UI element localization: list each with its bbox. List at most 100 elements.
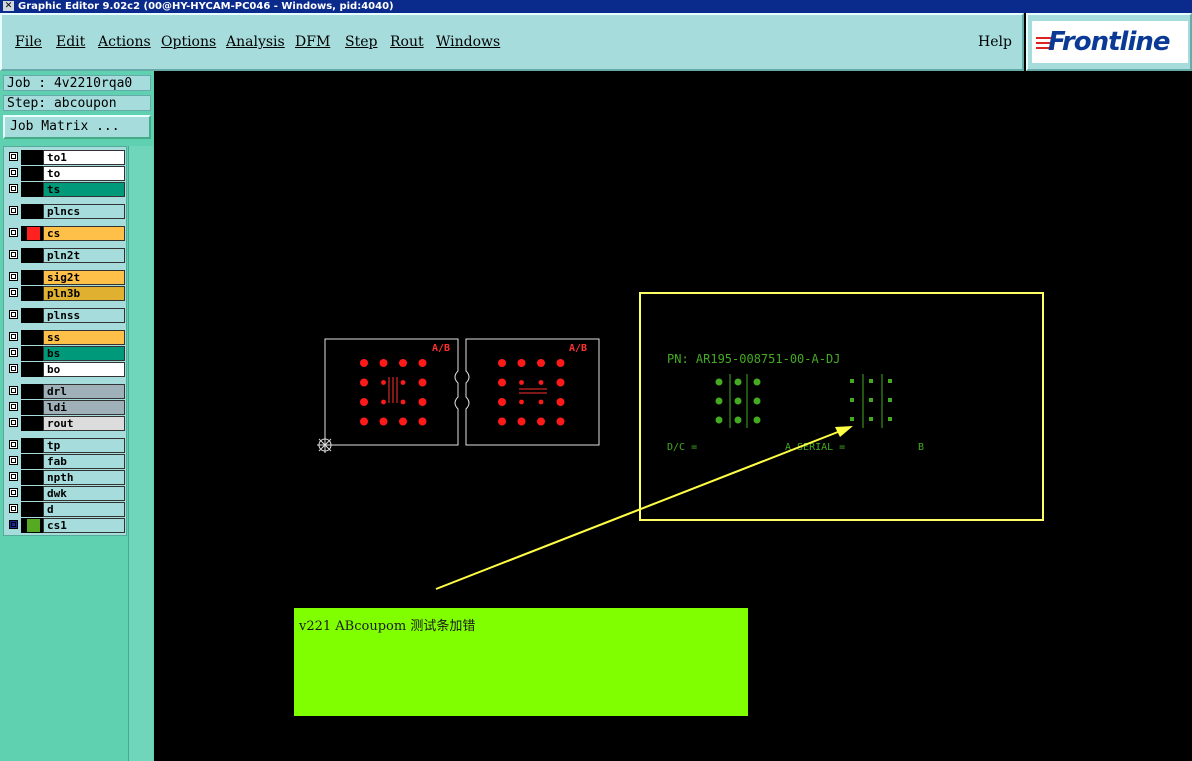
layer-row-ldi[interactable]: ldi (7, 400, 125, 415)
layer-checkbox[interactable] (9, 364, 18, 373)
layer-row-sig2t[interactable]: sig2t (7, 270, 125, 285)
menu-file[interactable]: File (15, 34, 42, 50)
pad (734, 397, 742, 405)
menu-help[interactable]: Help (978, 34, 1012, 50)
pads-right (498, 359, 565, 426)
layer-checkbox[interactable] (9, 184, 18, 193)
layer-row-bo[interactable]: bo (7, 362, 125, 377)
layer-row-tp[interactable]: tp (7, 438, 125, 453)
layer-name[interactable]: plncs (43, 204, 125, 219)
layer-name[interactable]: bo (43, 362, 125, 377)
layer-checkbox[interactable] (9, 310, 18, 319)
layer-checkbox[interactable] (9, 402, 18, 411)
layer-name[interactable]: bs (43, 346, 125, 361)
layer-row-rout[interactable]: rout (7, 416, 125, 431)
layer-color-slot[interactable] (21, 454, 43, 469)
layer-row-npth[interactable]: npth (7, 470, 125, 485)
layer-color-slot[interactable] (21, 182, 43, 197)
layer-color-slot[interactable] (21, 362, 43, 377)
layer-row-cs1[interactable]: cs1 (7, 518, 125, 533)
layer-color-slot[interactable] (21, 470, 43, 485)
layer-color-slot[interactable] (21, 166, 43, 181)
app-close-icon[interactable]: ✕ (3, 1, 14, 11)
layer-color-slot[interactable] (21, 416, 43, 431)
layer-name[interactable]: d (43, 502, 125, 517)
layer-row-pln2t[interactable]: pln2t (7, 248, 125, 263)
layer-name[interactable]: to (43, 166, 125, 181)
layer-name[interactable]: rout (43, 416, 125, 431)
layer-row-to1[interactable]: to1 (7, 150, 125, 165)
job-matrix-button[interactable]: Job Matrix ... (3, 115, 151, 139)
layer-color-slot[interactable] (21, 502, 43, 517)
layer-color-slot[interactable] (21, 286, 43, 301)
layer-checkbox[interactable] (9, 520, 18, 529)
layer-name[interactable]: ss (43, 330, 125, 345)
layer-color-slot[interactable] (21, 150, 43, 165)
layer-name[interactable]: plnss (43, 308, 125, 323)
layer-name[interactable]: ts (43, 182, 125, 197)
layer-name[interactable]: cs1 (43, 518, 125, 533)
layer-checkbox[interactable] (9, 272, 18, 281)
layer-color-slot[interactable] (21, 308, 43, 323)
layer-name[interactable]: pln2t (43, 248, 125, 263)
pad (715, 397, 723, 405)
layer-checkbox[interactable] (9, 250, 18, 259)
menu-step[interactable]: Step (345, 34, 377, 50)
layer-checkbox[interactable] (9, 228, 18, 237)
layer-color-slot[interactable] (21, 204, 43, 219)
layer-color-slot[interactable] (21, 248, 43, 263)
layer-checkbox[interactable] (9, 152, 18, 161)
menu-dfm[interactable]: DFM (295, 34, 330, 50)
layer-color-slot[interactable] (21, 346, 43, 361)
layer-name[interactable]: to1 (43, 150, 125, 165)
layer-row-ts[interactable]: ts (7, 182, 125, 197)
menu-edit[interactable]: Edit (56, 34, 85, 50)
layer-name[interactable]: drl (43, 384, 125, 399)
layer-color-slot[interactable] (21, 270, 43, 285)
layer-checkbox[interactable] (9, 472, 18, 481)
layer-checkbox[interactable] (9, 288, 18, 297)
menu-rout[interactable]: Rout (390, 34, 424, 50)
layer-row-to[interactable]: to (7, 166, 125, 181)
layer-name[interactable]: sig2t (43, 270, 125, 285)
layer-list-scrollbar[interactable] (128, 146, 153, 761)
layer-row-dwk[interactable]: dwk (7, 486, 125, 501)
layer-row-cs[interactable]: cs (7, 226, 125, 241)
menu-options[interactable]: Options (161, 34, 216, 50)
layer-row-bs[interactable]: bs (7, 346, 125, 361)
layer-row-plncs[interactable]: plncs (7, 204, 125, 219)
layer-checkbox[interactable] (9, 440, 18, 449)
layer-name[interactable]: pln3b (43, 286, 125, 301)
layer-checkbox[interactable] (9, 168, 18, 177)
layer-row-ss[interactable]: ss (7, 330, 125, 345)
layer-row-fab[interactable]: fab (7, 454, 125, 469)
layer-checkbox[interactable] (9, 348, 18, 357)
layer-checkbox[interactable] (9, 456, 18, 465)
layer-name[interactable]: ldi (43, 400, 125, 415)
layer-checkbox[interactable] (9, 488, 18, 497)
layer-color-slot[interactable] (21, 486, 43, 501)
layer-color-slot[interactable] (21, 384, 43, 399)
layer-checkbox[interactable] (9, 418, 18, 427)
layer-name[interactable]: cs (43, 226, 125, 241)
pad (538, 399, 544, 405)
menu-windows[interactable]: Windows (436, 34, 500, 50)
layer-name[interactable]: dwk (43, 486, 125, 501)
layer-name[interactable]: npth (43, 470, 125, 485)
layer-row-d[interactable]: d (7, 502, 125, 517)
menu-actions[interactable]: Actions (98, 34, 151, 50)
layer-checkbox[interactable] (9, 206, 18, 215)
layer-checkbox[interactable] (9, 332, 18, 341)
layer-list: to1 to ts plncs cs pln2t sig2t pln3b plnss ss bs bo… (3, 146, 127, 536)
layer-row-drl[interactable]: drl (7, 384, 125, 399)
layer-color-slot[interactable] (21, 330, 43, 345)
layer-row-plnss[interactable]: plnss (7, 308, 125, 323)
layer-color-slot[interactable] (21, 438, 43, 453)
layer-name[interactable]: fab (43, 454, 125, 469)
layer-checkbox[interactable] (9, 386, 18, 395)
menu-analysis[interactable]: Analysis (226, 34, 285, 50)
layer-name[interactable]: tp (43, 438, 125, 453)
layer-row-pln3b[interactable]: pln3b (7, 286, 125, 301)
layer-color-slot[interactable] (21, 400, 43, 415)
layer-checkbox[interactable] (9, 504, 18, 513)
